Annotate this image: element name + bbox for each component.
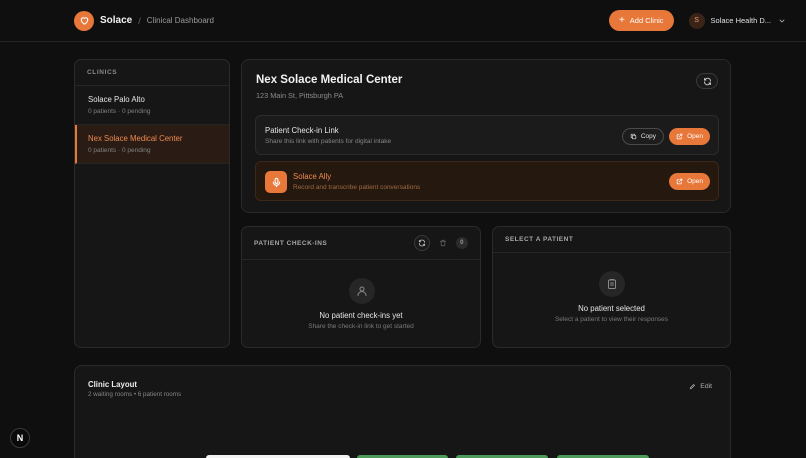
add-clinic-button[interactable]: + Add Clinic — [608, 10, 674, 31]
checkin-link-card: Patient Check-in Link Share this link wi… — [255, 115, 719, 155]
dev-tools-badge[interactable]: N — [10, 428, 30, 448]
external-link-icon — [676, 178, 683, 185]
clinic-name: Solace Palo Alto — [88, 95, 145, 104]
clinic-address: 123 Main St, Pittsburgh PA — [256, 91, 344, 100]
solace-ally-card: Solace Ally Record and transcribe patien… — [255, 161, 719, 201]
select-patient-header: SELECT A PATIENT — [493, 227, 730, 253]
select-patient-empty-title: No patient selected — [578, 304, 645, 313]
chevron-down-icon — [779, 19, 785, 22]
copy-icon — [630, 133, 636, 140]
refresh-icon — [418, 239, 426, 247]
sidebar-item-nex-solace-medical-center[interactable]: Nex Solace Medical Center 0 patients · 0… — [75, 125, 229, 164]
ally-subtitle: Record and transcribe patient conversati… — [293, 184, 421, 191]
open-checkin-button[interactable]: Open — [669, 128, 710, 145]
breadcrumb-separator: / — [138, 15, 141, 26]
layout-title: Clinic Layout — [88, 380, 137, 389]
delete-checkins-button[interactable] — [436, 236, 450, 250]
checkins-empty-subtitle: Share the check-in link to get started — [308, 323, 414, 330]
select-patient-panel: SELECT A PATIENT No patient selected Sel… — [492, 226, 731, 348]
add-clinic-label: Add Clinic — [629, 16, 664, 25]
select-patient-heading: SELECT A PATIENT — [505, 236, 574, 243]
checkins-heading: PATIENT CHECK-INS — [254, 239, 328, 247]
account-menu[interactable]: S Solace Health D... — [688, 12, 786, 29]
open-label: Open — [687, 133, 703, 140]
clinic-layout-card: Clinic Layout 2 waiting rooms • 6 patien… — [74, 365, 731, 458]
top-header: Solace / Clinical Dashboard + Add Clinic… — [0, 0, 806, 42]
clinic-meta: 0 patients · 0 pending — [88, 147, 151, 154]
heart-icon[interactable] — [74, 10, 94, 31]
header-actions: + Add Clinic S Solace Health D... — [608, 10, 786, 31]
account-name: Solace Health D... — [710, 16, 771, 25]
microphone-icon — [265, 171, 287, 193]
refresh-checkins-button[interactable] — [414, 235, 430, 251]
patient-checkins-panel: PATIENT CHECK-INS 0 No patient check-ins… — [241, 226, 481, 348]
breadcrumb-current: Clinical Dashboard — [146, 16, 214, 25]
avatar: S — [688, 12, 705, 29]
checkins-empty-title: No patient check-ins yet — [319, 311, 403, 320]
checkin-link-title: Patient Check-in Link — [265, 126, 339, 135]
select-patient-empty-subtitle: Select a patient to view their responses — [554, 316, 669, 323]
pencil-icon — [690, 384, 696, 390]
clinic-detail-card: Nex Solace Medical Center 123 Main St, P… — [241, 59, 731, 213]
sidebar-heading: CLINICS — [75, 60, 229, 86]
external-link-icon — [676, 133, 683, 140]
copy-label: Copy — [640, 133, 656, 140]
brand-name[interactable]: Solace — [100, 15, 132, 26]
sidebar-item-solace-palo-alto[interactable]: Solace Palo Alto 0 patients · 0 pending — [75, 86, 229, 125]
checkins-header: PATIENT CHECK-INS 0 — [242, 227, 480, 260]
clipboard-icon — [599, 271, 625, 297]
trash-icon — [439, 239, 447, 247]
checkin-link-subtitle: Share this link with patients for digita… — [265, 138, 392, 145]
clinic-name: Nex Solace Medical Center — [88, 134, 183, 143]
ally-title: Solace Ally — [293, 172, 332, 181]
open-ally-button[interactable]: Open — [669, 173, 710, 190]
edit-layout-button[interactable]: Edit — [689, 383, 712, 390]
refresh-icon — [703, 77, 711, 85]
clinic-title: Nex Solace Medical Center — [256, 74, 403, 86]
clinics-sidebar: CLINICS Solace Palo Alto 0 patients · 0 … — [74, 59, 230, 348]
copy-link-button[interactable]: Copy — [621, 128, 664, 145]
checkins-tools: 0 — [414, 235, 468, 251]
open-label: Open — [687, 178, 703, 185]
plus-icon: + — [618, 14, 625, 26]
refresh-button[interactable] — [696, 73, 718, 89]
clinic-meta: 0 patients · 0 pending — [88, 108, 151, 115]
edit-label: Edit — [700, 383, 712, 390]
checkins-count-badge: 0 — [456, 237, 468, 249]
user-icon — [349, 278, 375, 304]
layout-subtitle: 2 waiting rooms • 6 patient rooms — [88, 391, 182, 398]
